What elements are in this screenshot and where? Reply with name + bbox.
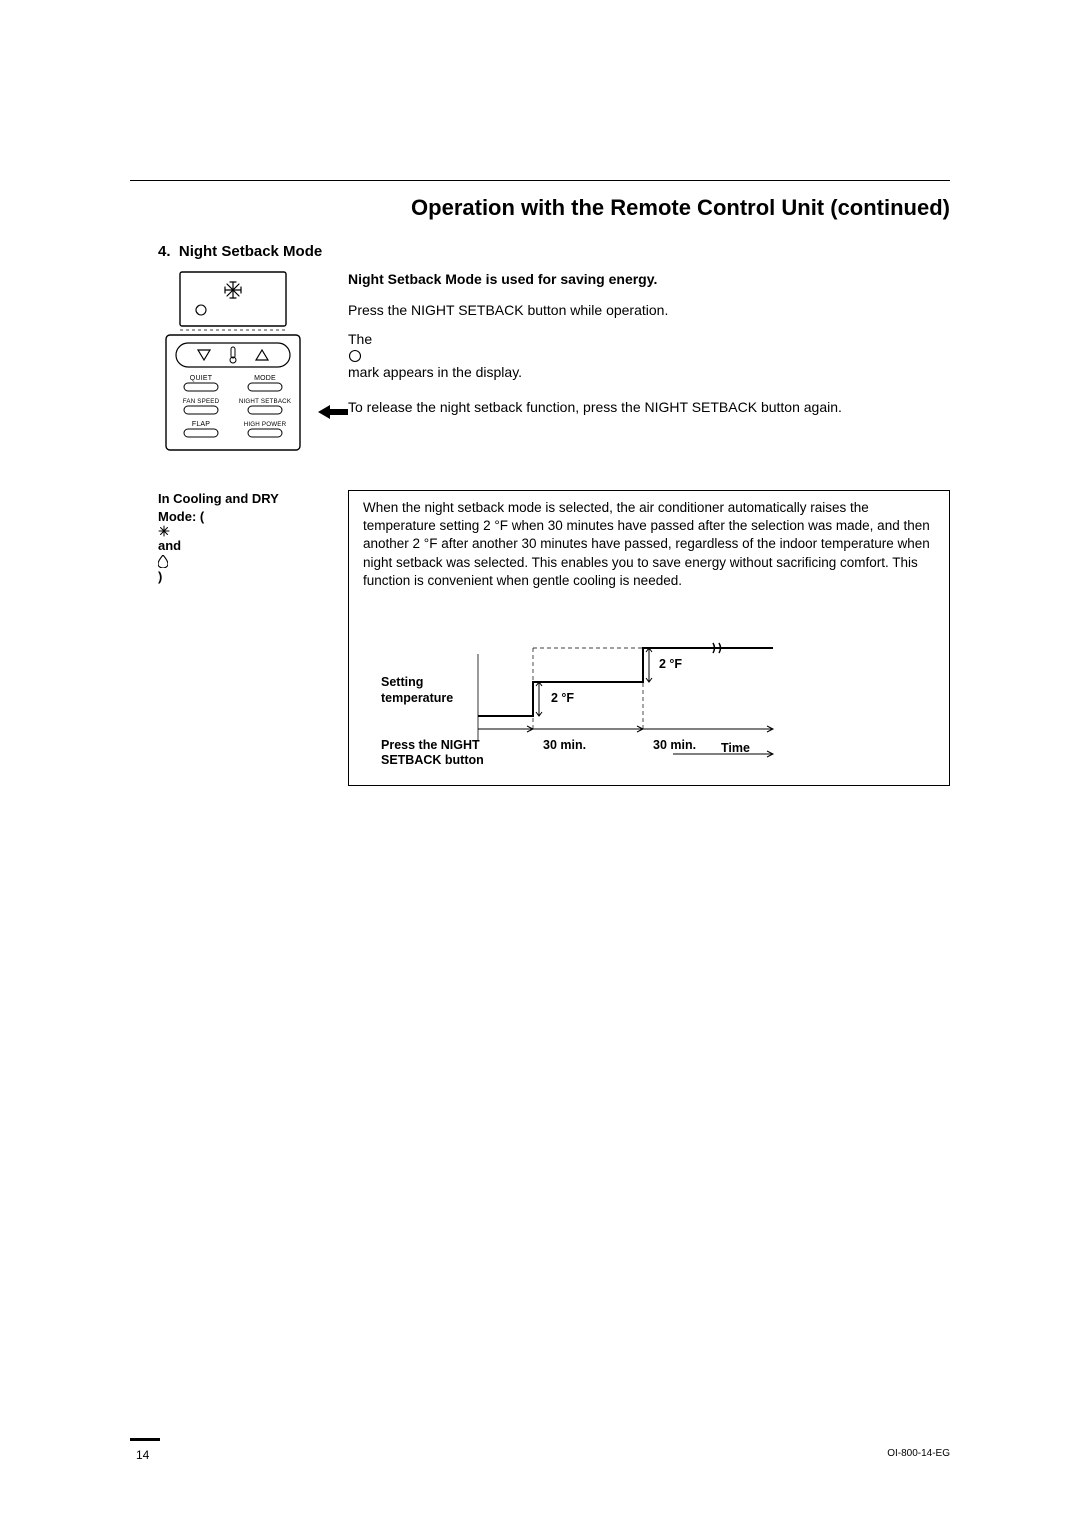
remote-control-illustration: QUIET MODE FAN SPEED NIGHT SETBACK FLAP … xyxy=(158,270,308,460)
temp-up-icon xyxy=(256,350,268,360)
time-label: Time xyxy=(721,741,750,755)
arrow-left-icon xyxy=(318,405,348,419)
snowflake-icon xyxy=(225,282,241,298)
intro-bold: Night Setback Mode is used for saving en… xyxy=(348,270,950,289)
temp-down-icon xyxy=(198,350,210,360)
top-rule xyxy=(130,180,950,181)
quiet-button xyxy=(184,383,218,391)
page-number: 14 xyxy=(136,1448,149,1462)
page-title: Operation with the Remote Control Unit (… xyxy=(130,195,950,221)
section-heading: 4. Night Setback Mode xyxy=(158,243,950,260)
fan-speed-label: FAN SPEED xyxy=(183,398,220,405)
press-line-1: Press the NIGHT xyxy=(381,738,480,752)
interval1-label: 30 min. xyxy=(543,738,586,752)
night-setback-label: NIGHT SETBACK xyxy=(239,398,292,405)
drop-icon xyxy=(158,555,168,568)
section-name: Night Setback Mode xyxy=(179,243,322,260)
step1-label: 2 °F xyxy=(551,691,574,705)
night-setback-button xyxy=(248,406,282,414)
intro-line-3: To release the night setback function, p… xyxy=(348,398,950,417)
flap-label: FLAP xyxy=(192,421,210,428)
interval2-label: 30 min. xyxy=(653,738,696,752)
box-paragraph: When the night setback mode is selected,… xyxy=(363,499,939,590)
ylabel-1: Setting xyxy=(381,675,423,689)
setback-diagram: Setting temperature 2 °F 2 °F Press the … xyxy=(363,606,939,771)
snowflake-icon xyxy=(158,525,170,537)
intro-text-block: Night Setback Mode is used for saving en… xyxy=(348,270,950,426)
page-content: Operation with the Remote Control Unit (… xyxy=(130,180,950,1438)
press-line-2: SETBACK button xyxy=(381,753,484,767)
footer-bar xyxy=(130,1438,160,1441)
high-power-label: HIGH POWER xyxy=(244,421,287,428)
night-setback-moon-icon xyxy=(348,349,362,363)
mode-button xyxy=(248,383,282,391)
quiet-label: QUIET xyxy=(190,375,213,382)
night-setback-moon-icon xyxy=(195,305,206,315)
ylabel-2: temperature xyxy=(381,691,453,705)
doc-id: OI-800-14-EG xyxy=(887,1448,950,1459)
thermometer-icon xyxy=(230,347,236,363)
high-power-button xyxy=(248,429,282,437)
flap-button xyxy=(184,429,218,437)
intro-line-2: The mark appears in the display. xyxy=(348,330,950,382)
mode-label: MODE xyxy=(254,375,276,382)
step2-label: 2 °F xyxy=(659,657,682,671)
explanation-box: When the night setback mode is selected,… xyxy=(348,490,950,786)
mode-note: In Cooling and DRY Mode: ( and ) xyxy=(158,490,328,585)
section-number: 4. xyxy=(158,243,171,260)
fan-speed-button xyxy=(184,406,218,414)
intro-line-1: Press the NIGHT SETBACK button while ope… xyxy=(348,301,950,320)
